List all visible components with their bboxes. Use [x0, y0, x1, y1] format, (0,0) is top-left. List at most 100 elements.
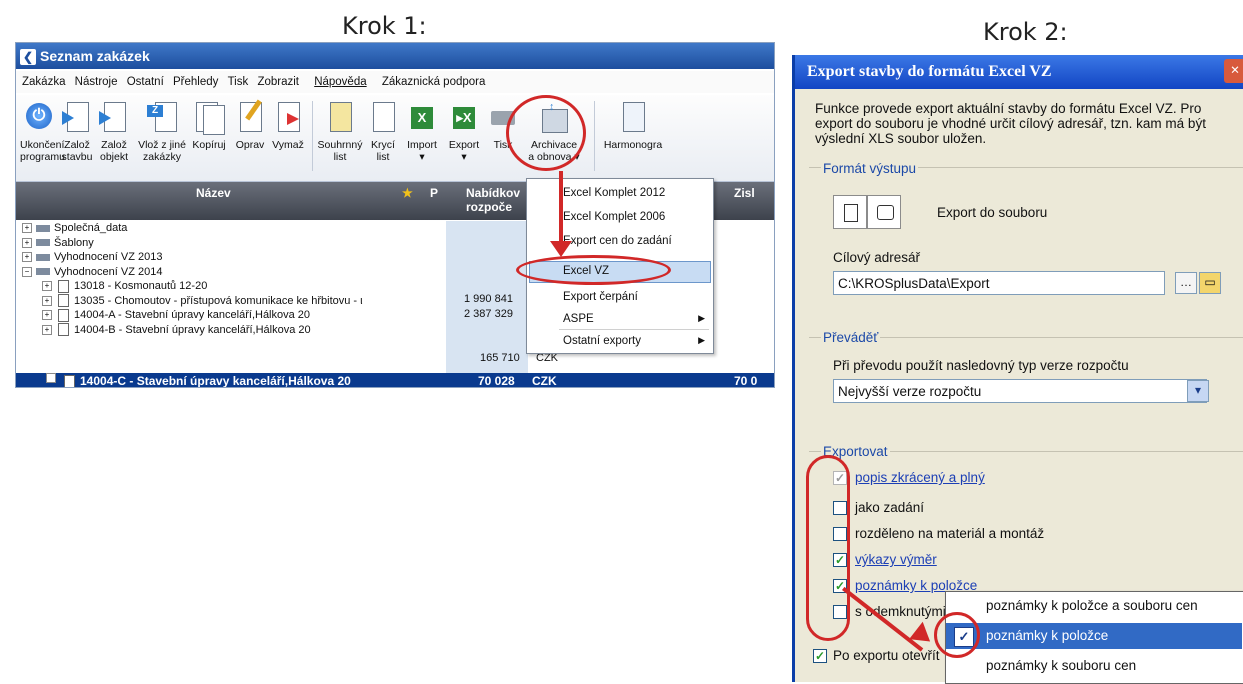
column-offer-budget[interactable]: Nabídkov rozpoče [466, 186, 520, 214]
collapse-icon[interactable]: − [22, 266, 32, 277]
copy-button[interactable]: Kopíruj [190, 99, 228, 151]
menu-item-other-exports[interactable]: Ostatní exporty [563, 333, 641, 349]
schedule-button[interactable]: Harmonogra [599, 99, 667, 151]
tree-item[interactable]: +13035 - Chomoutov - přístupová komunika… [16, 294, 446, 309]
building-icon [58, 279, 69, 293]
expand-icon[interactable]: + [42, 324, 52, 335]
schedule-icon [618, 101, 648, 135]
menu-napoveda[interactable]: Nápověda [314, 76, 366, 88]
export-dialog: Export stavby do formátu Excel VZ × Funk… [792, 55, 1243, 682]
target-folder-label: Cílový adresář [833, 250, 921, 265]
dialog-intro: Funkce provede export aktuální stavby do… [815, 101, 1206, 146]
cover-sheet-button[interactable]: Krycí list [366, 99, 400, 163]
option-description[interactable]: popis zkrácený a plný [855, 470, 985, 486]
menu-item-excel-komplet-2012[interactable]: Excel Komplet 2012 [563, 185, 665, 201]
folder-export-icon[interactable] [867, 195, 901, 229]
import-button[interactable]: X Import ▾ [403, 99, 441, 163]
expand-icon[interactable]: + [42, 310, 52, 321]
expand-icon[interactable]: + [42, 295, 52, 306]
menu-ostatni[interactable]: Ostatní [127, 76, 164, 88]
export-to-file-label: Export do souboru [937, 205, 1048, 220]
menu-item-export-cerpani[interactable]: Export čerpání [563, 289, 638, 305]
menu-bar: Zakázka Nástroje Ostatní Přehledy Tisk Z… [16, 71, 774, 93]
expand-icon[interactable]: + [22, 252, 32, 263]
popup-item-item-notes[interactable]: poznámky k položce [986, 625, 1108, 647]
annotation-circle [516, 255, 671, 285]
column-name[interactable]: Název [196, 186, 231, 200]
open-after-label[interactable]: Po exportu otevřít [833, 648, 940, 664]
tree-item[interactable]: + Šablony [16, 236, 446, 251]
tree-item[interactable]: + Společná_data [16, 221, 446, 236]
selected-row-currency: CZK [532, 374, 557, 388]
copy-icon [194, 101, 225, 135]
menu-separator [559, 329, 709, 330]
order-list-window: ❮ Seznam zakázek Zakázka Nástroje Ostatní… [15, 42, 775, 388]
insert-from-order-button[interactable]: Z Vlož z jiné zakázky [136, 99, 188, 163]
option-quantities[interactable]: výkazy výměr [855, 552, 937, 568]
open-folder-icon[interactable]: ▭ [1199, 272, 1221, 294]
browse-button[interactable]: … [1175, 272, 1197, 294]
target-folder-field[interactable]: C:\KROSplusData\Export [833, 271, 1165, 295]
menu-zakaznicka-podpora[interactable]: Zákaznická podpora [382, 76, 486, 88]
popup-item-price-notes[interactable]: poznámky k souboru cen [986, 655, 1136, 677]
delete-button[interactable]: Vymaž [270, 99, 306, 151]
exit-program-button[interactable]: ⏻ Ukončení programu [20, 99, 65, 163]
cover-sheet-icon [368, 101, 398, 135]
converter-group-title: Převáděť [821, 330, 881, 345]
folder-icon [36, 268, 50, 276]
tree-item[interactable]: +14004-A - Stavební úpravy kanceláří,Hál… [16, 308, 446, 323]
submenu-arrow-icon: ▶ [698, 335, 705, 345]
edit-button[interactable]: Oprav [232, 99, 268, 151]
expand-icon[interactable]: + [22, 237, 32, 248]
option-material-assembly[interactable]: rozděleno na materiál a montáž [855, 526, 1044, 542]
export-button[interactable]: ▸X Export ▾ [444, 99, 484, 163]
toolbar-separator [594, 101, 595, 171]
column-p[interactable]: P [430, 186, 438, 200]
annotation-arrow-head [550, 241, 572, 257]
column-profit[interactable]: Zisl [734, 186, 755, 200]
building-icon [58, 294, 69, 308]
insert-icon: Z [147, 101, 177, 135]
pencil-icon [235, 99, 265, 135]
back-icon[interactable]: ❮ [20, 49, 36, 66]
menu-item-aspe[interactable]: ASPE [563, 311, 594, 327]
menu-item-excel-komplet-2006[interactable]: Excel Komplet 2006 [563, 209, 665, 225]
menu-tisk[interactable]: Tisk [228, 76, 249, 88]
selected-row-profit: 70 0 [734, 374, 758, 388]
expand-icon[interactable]: + [42, 281, 52, 292]
menu-item-export-prices[interactable]: Export cen do zadání [563, 233, 672, 249]
import-icon: X [407, 101, 437, 135]
file-icon[interactable] [833, 195, 867, 229]
building-icon [64, 375, 75, 387]
folder-icon [36, 224, 50, 232]
create-object-button[interactable]: Založ objekt [97, 99, 131, 163]
chevron-down-icon[interactable]: ▾ [1187, 380, 1209, 402]
selected-row[interactable]: − 14004-C - Stavební úpravy kanceláří,Há… [16, 373, 774, 388]
delete-icon [273, 101, 303, 135]
open-after-checkbox[interactable]: ✓ [813, 649, 827, 663]
format-group-title: Formát výstupu [821, 161, 919, 176]
new-object-icon [99, 101, 129, 135]
menu-prehledy[interactable]: Přehledy [173, 76, 218, 88]
menu-zakazka[interactable]: Zakázka [22, 76, 65, 88]
budget-version-select[interactable]: Nejvyšší verze rozpočtu [833, 379, 1207, 403]
create-building-button[interactable]: Založ stavbu [60, 99, 94, 163]
folder-icon [36, 253, 50, 261]
close-icon[interactable]: × [1224, 59, 1243, 83]
collapse-icon[interactable]: − [46, 373, 56, 383]
annotation-arrow [559, 171, 563, 245]
menu-nastroje[interactable]: Nástroje [75, 76, 118, 88]
tree-item[interactable]: + Vyhodnocení VZ 2013 [16, 250, 446, 265]
popup-item-notes-and-prices[interactable]: poznámky k položce a souboru cen [986, 595, 1198, 617]
menu-zobrazit[interactable]: Zobrazit [257, 76, 299, 88]
option-as-assignment[interactable]: jako zadání [855, 500, 924, 516]
budget-value: 165 710 [480, 352, 520, 364]
tree-item[interactable]: − Vyhodnocení VZ 2014 [16, 265, 446, 280]
summary-sheet-button[interactable]: Souhrnný list [316, 99, 364, 163]
format-group [809, 167, 1243, 323]
tree-item[interactable]: +14004-B - Stavební úpravy kanceláří,Hál… [16, 323, 446, 338]
expand-icon[interactable]: + [22, 223, 32, 234]
tree-item[interactable]: +13018 - Kosmonautů 12-20 [16, 279, 446, 294]
submenu-arrow-icon: ▶ [698, 313, 705, 323]
step-2-label: Krok 2: [983, 18, 1068, 46]
